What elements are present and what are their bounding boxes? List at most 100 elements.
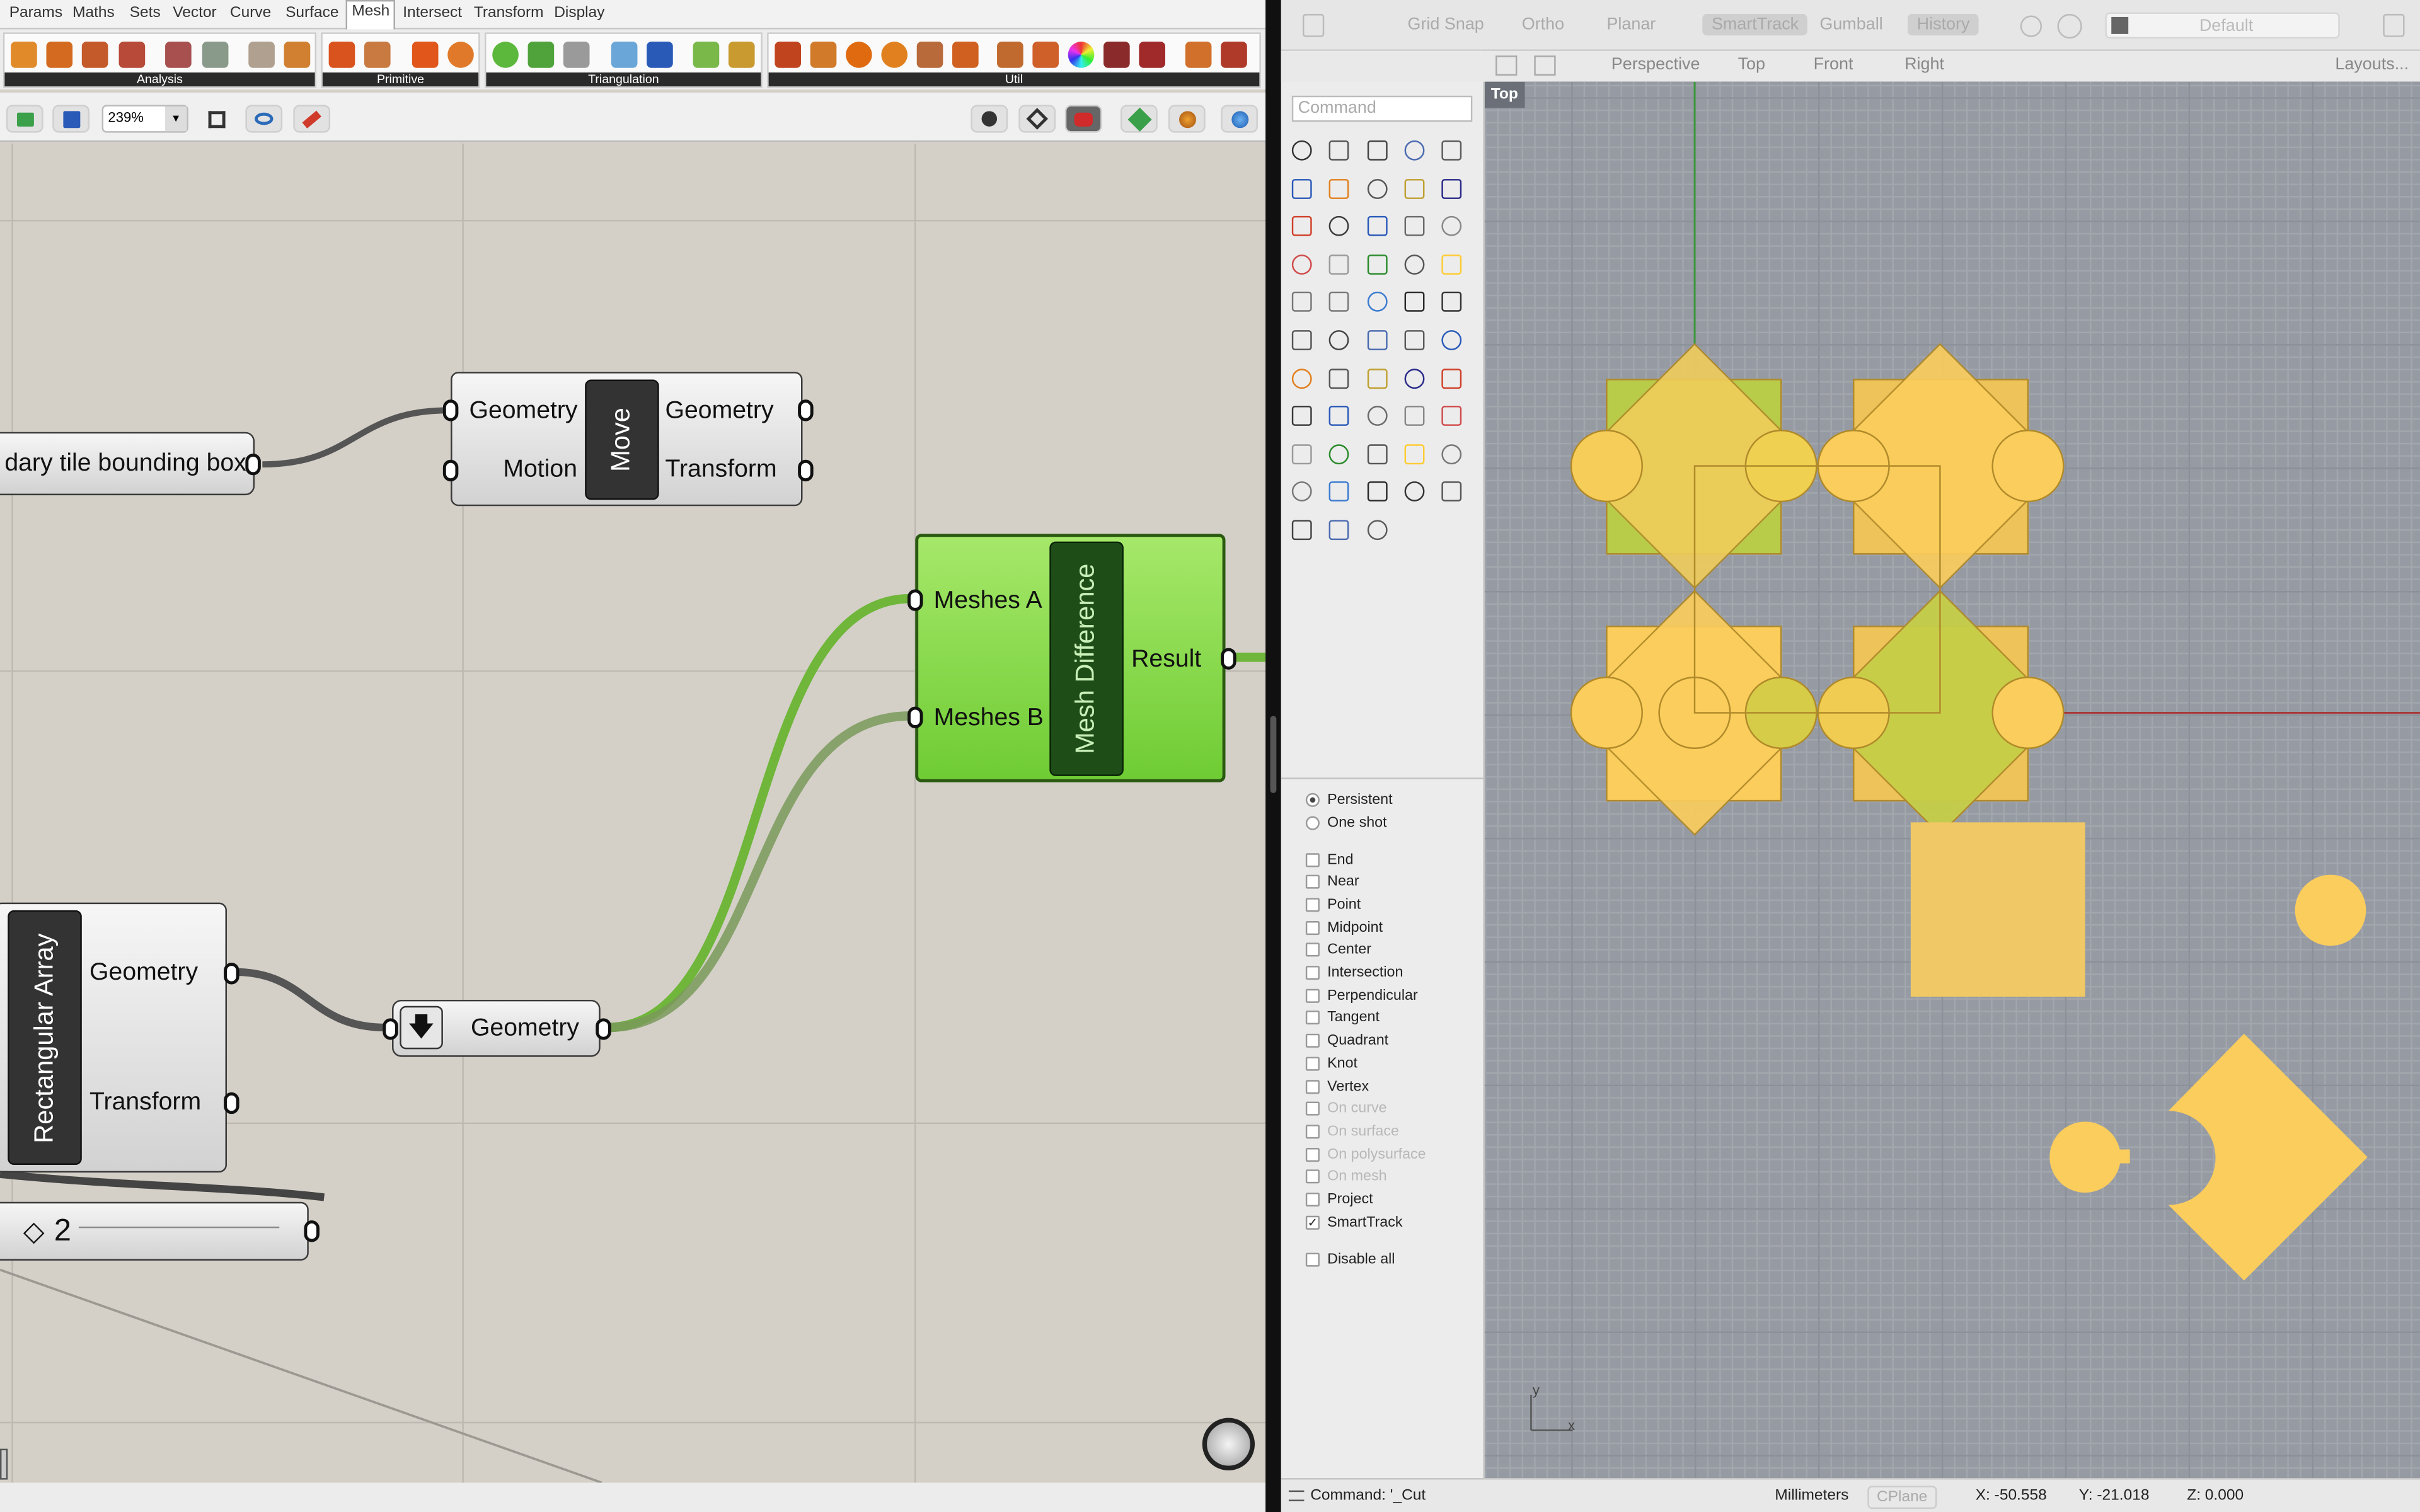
osnap-toggle-icon[interactable] (2020, 15, 2043, 37)
rhino-tool-3-2-icon[interactable] (1361, 248, 1392, 279)
substrate-icon[interactable] (611, 42, 638, 68)
osnap-persistent[interactable]: Persistent (1305, 788, 1393, 810)
osnap-disable-all[interactable]: Disable all (1305, 1248, 1395, 1269)
rhino-tool-8-2-icon[interactable] (1361, 438, 1392, 469)
canvas-navigation-icon[interactable] (1202, 1418, 1255, 1470)
toggle-planar[interactable]: Planar (1606, 15, 1656, 33)
cplane-selector[interactable]: CPlane (1867, 1486, 1937, 1509)
rhino-tool-10-2-icon[interactable] (1361, 514, 1392, 545)
toggle-grid-snap[interactable]: Grid Snap (1407, 15, 1484, 33)
save-file-icon[interactable] (52, 105, 90, 133)
rhino-tool-8-3-icon[interactable] (1398, 438, 1429, 469)
rhino-tool-2-2-icon[interactable] (1361, 210, 1392, 241)
osnap-knot[interactable]: Knot (1305, 1053, 1357, 1074)
mesh-join-icon[interactable] (775, 42, 802, 68)
checkbox[interactable] (1305, 1102, 1320, 1116)
open-file-icon[interactable] (6, 105, 43, 133)
rhino-tool-0-2-icon[interactable] (1361, 134, 1392, 165)
mesh-sphere-icon[interactable] (447, 42, 474, 68)
sketch-pen-icon[interactable] (293, 105, 331, 133)
mesh-closest-point-icon[interactable] (165, 42, 192, 68)
rhino-tool-6-1-icon[interactable] (1323, 362, 1354, 393)
four-view-icon[interactable] (1495, 55, 1518, 76)
rhino-tool-7-0-icon[interactable] (1286, 400, 1317, 431)
gh-canvas[interactable]: dary tile bounding box Geometry Motion M… (0, 143, 1266, 1483)
output-grip[interactable] (245, 454, 261, 476)
disjoint-mesh-icon[interactable] (810, 42, 837, 68)
face-boundaries-icon[interactable] (284, 42, 311, 68)
rhino-tool-2-1-icon[interactable] (1323, 210, 1354, 241)
record-history-icon[interactable] (2057, 14, 2082, 39)
mesh-difference-component[interactable]: Meshes A Meshes B Mesh Difference Result (908, 534, 1236, 782)
mesh-shadow-icon[interactable] (1185, 42, 1212, 68)
output-grip[interactable] (798, 459, 814, 482)
rhino-tool-8-1-icon[interactable] (1323, 438, 1354, 469)
face-normals-icon[interactable] (118, 42, 146, 68)
toggle-gumball[interactable]: Gumball (1819, 15, 1882, 33)
input-grip[interactable] (383, 1018, 398, 1040)
smooth-mesh-icon[interactable] (1221, 42, 1247, 68)
boundary-tile-param[interactable]: dary tile bounding box (0, 432, 261, 496)
rhino-tool-10-1-icon[interactable] (1323, 514, 1354, 545)
mesh-edges-icon[interactable] (81, 42, 108, 68)
preview-wire-icon[interactable] (971, 105, 1008, 133)
rhino-tool-7-3-icon[interactable] (1398, 400, 1429, 431)
geometry-param[interactable]: 🡇 Geometry (383, 999, 611, 1057)
rhino-tool-4-1-icon[interactable] (1323, 286, 1354, 317)
checkbox[interactable] (1305, 1034, 1320, 1048)
checkbox[interactable] (1305, 1170, 1320, 1184)
rhino-tool-4-0-icon[interactable] (1286, 286, 1317, 317)
rhino-tool-3-4-icon[interactable] (1436, 248, 1466, 279)
osnap-one-shot[interactable]: One shot (1305, 811, 1387, 833)
input-grip[interactable] (908, 589, 923, 611)
number-slider[interactable]: ◇ 2 (0, 1201, 320, 1261)
canvas-scrollbar[interactable] (0, 1448, 8, 1480)
rhino-tool-5-3-icon[interactable] (1398, 324, 1429, 355)
tab-mesh[interactable]: Mesh (345, 0, 396, 30)
checkbox[interactable] (1305, 966, 1320, 980)
tab-vector[interactable]: Vector (173, 4, 216, 21)
osnap-near[interactable]: Near (1305, 871, 1359, 893)
rhino-tool-0-1-icon[interactable] (1323, 134, 1354, 165)
rhino-tool-7-1-icon[interactable] (1323, 400, 1354, 431)
mesh-flip-icon[interactable] (1032, 42, 1059, 68)
osnap-quadrant[interactable]: Quadrant (1305, 1030, 1388, 1051)
rhino-tool-5-4-icon[interactable] (1436, 324, 1466, 355)
checkbox[interactable] (1305, 875, 1320, 890)
rhino-tool-1-4-icon[interactable] (1436, 172, 1466, 203)
command-history-icon[interactable] (1288, 1490, 1305, 1501)
chevron-down-icon[interactable]: ▾ (165, 106, 187, 132)
tab-perspective[interactable]: Perspective (1611, 55, 1700, 74)
osnap-project[interactable]: Project (1305, 1189, 1373, 1210)
checkbox[interactable] (1305, 1193, 1320, 1207)
rhino-tool-6-3-icon[interactable] (1398, 362, 1429, 393)
rhino-tool-2-3-icon[interactable] (1398, 210, 1429, 241)
preview-selected-icon[interactable] (1064, 105, 1102, 133)
preview-mesh-icon[interactable] (1168, 105, 1206, 133)
tab-sets[interactable]: Sets (130, 4, 161, 21)
command-input[interactable]: Command (1291, 95, 1473, 122)
cull-vertices-icon[interactable] (1139, 42, 1165, 68)
toggle-ortho[interactable]: Ortho (1522, 15, 1564, 33)
rhino-tool-1-1-icon[interactable] (1323, 172, 1354, 203)
rhino-tool-6-4-icon[interactable] (1436, 362, 1466, 393)
checkbox[interactable] (1305, 852, 1320, 867)
convex-hull-icon[interactable] (527, 42, 555, 68)
checkbox[interactable] (1305, 1125, 1320, 1139)
input-grip[interactable] (442, 459, 459, 482)
rhino-tool-6-2-icon[interactable] (1361, 362, 1392, 393)
osnap-midpoint[interactable]: Midpoint (1305, 917, 1383, 938)
checkbox[interactable] (1305, 988, 1320, 1003)
mesh-plane-icon[interactable] (328, 42, 355, 68)
unweld-mesh-icon[interactable] (881, 42, 908, 68)
tab-display[interactable]: Display (554, 4, 604, 21)
delaunay-mesh-icon[interactable] (492, 42, 519, 68)
rhino-tool-2-0-icon[interactable] (1286, 210, 1317, 241)
checkbox[interactable]: ✓ (1305, 1215, 1320, 1230)
osnap-end[interactable]: End (1305, 849, 1354, 870)
checkbox[interactable] (1305, 1147, 1320, 1162)
rectangular-array-component[interactable]: Rectangular Array Geometry Transform (0, 902, 239, 1173)
toggle-history[interactable]: History (1907, 14, 1979, 36)
tab-front[interactable]: Front (1814, 55, 1853, 74)
tab-curve[interactable]: Curve (230, 4, 271, 21)
